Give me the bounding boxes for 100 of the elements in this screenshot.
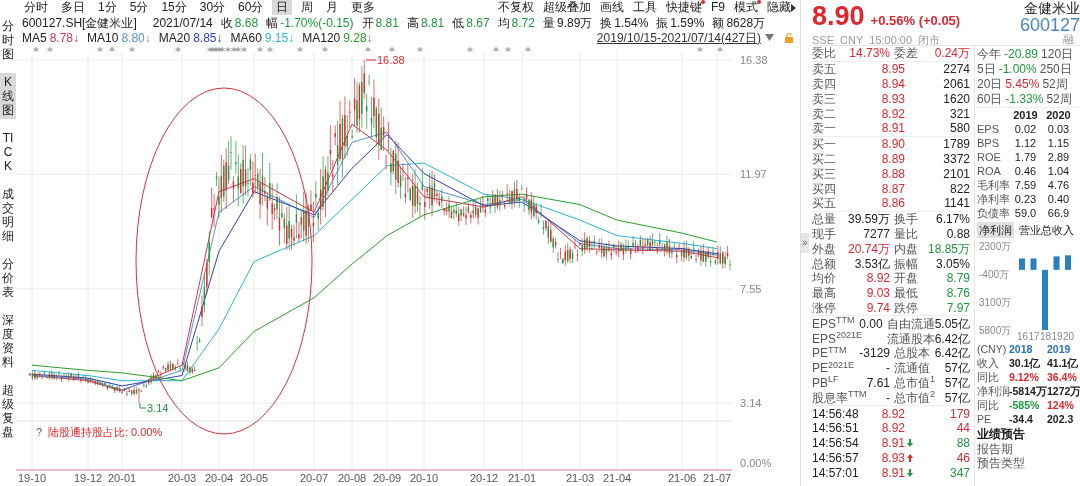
x-axis-label: 16 — [1017, 331, 1029, 342]
toolbar-button[interactable]: 不复权 — [498, 0, 534, 15]
side-tab[interactable]: 成交明细 — [0, 185, 16, 245]
period-tab[interactable]: 月 — [322, 0, 343, 15]
period-tab[interactable]: 5分 — [125, 0, 153, 15]
quote-value: 8.72 — [511, 14, 535, 32]
chart-tab[interactable]: 净利润 — [977, 222, 1014, 238]
stat-value: 0.00 — [859, 315, 883, 332]
period-return: -1.00% — [998, 60, 1037, 78]
side-tab[interactable]: 分时图 — [0, 17, 16, 63]
quote-value: 9.89万 — [556, 14, 593, 32]
table-cell-text: 2.89 — [1046, 150, 1071, 164]
column-header: 2018 — [1009, 342, 1034, 356]
stat-label: 内盘 — [894, 240, 918, 258]
quote-label: 均 — [497, 14, 510, 32]
row-label: BPS — [977, 136, 1000, 150]
period-tab[interactable]: 日 — [272, 0, 293, 15]
stat-value: 3.05% — [935, 255, 970, 273]
period-label: 52周 — [1042, 75, 1068, 93]
order-level-label: 卖四 — [812, 76, 837, 93]
period-tab[interactable]: 60分 — [234, 0, 268, 15]
order-volume: 321 — [948, 105, 970, 123]
stat-label: 跌停 — [894, 299, 918, 317]
table-cell-text: 1.79 — [1013, 150, 1038, 164]
order-price: 8.89 — [880, 151, 905, 168]
period-tab[interactable]: 更多 — [347, 0, 380, 15]
trade-time: 14:56:48 — [812, 405, 860, 423]
price-axis-label: 16.38 — [740, 54, 768, 66]
quote-value: 8.68 — [234, 14, 259, 32]
side-tab[interactable]: TICK — [0, 129, 16, 175]
toolbar-button[interactable]: 工具 — [633, 0, 657, 15]
forecast-row-text: 报告期 — [977, 442, 1014, 456]
table-cell: 124% — [1047, 398, 1074, 412]
stat-label: EPS$^{TTM}$ — [812, 314, 855, 332]
row-label: ROE — [977, 150, 1002, 164]
bar — [1019, 258, 1025, 270]
toolbar-button[interactable]: 隐藏 — [767, 0, 796, 15]
toolbar-button[interactable]: 快捷键 — [666, 0, 702, 15]
side-tab[interactable]: 深度资料 — [0, 311, 16, 371]
toolbar-button[interactable]: 超级叠加 — [543, 0, 591, 15]
date-axis-label: 21-01 — [508, 472, 537, 484]
order-price: 8.90 — [880, 136, 905, 154]
period-tab[interactable]: 多日 — [57, 0, 89, 15]
row-label: 净利率 — [977, 192, 1009, 206]
order-level-label: 卖二 — [812, 105, 837, 122]
date-axis-label: 20-01 — [108, 472, 137, 484]
stat-label: 流通股本 — [886, 330, 935, 347]
low-price-label: 3.14 — [147, 402, 169, 414]
stat-label: PB$^{LF}$ — [812, 373, 839, 391]
order-volume: 1141 — [943, 195, 970, 213]
stat-value: 20.74万 — [847, 240, 890, 258]
order-price: 8.95 — [880, 61, 905, 79]
column-header: 2020 — [1045, 108, 1072, 122]
period-return: -20.89 — [1004, 46, 1039, 63]
table-cell: -585% — [1009, 398, 1040, 412]
x-axis-label: 19 — [1051, 331, 1063, 342]
period-tab[interactable]: 30分 — [195, 0, 230, 15]
period-tab[interactable]: 15分 — [157, 0, 191, 15]
toolbar-button[interactable]: F9 — [711, 0, 725, 15]
period-tab[interactable]: 分时 — [20, 0, 52, 15]
column-header: 2019 — [1012, 108, 1039, 122]
bar — [1030, 258, 1037, 270]
stock-symbol: 600127.SH[金健米业] — [22, 14, 137, 32]
stat-value: 57亿 — [944, 389, 970, 407]
order-level-label: 卖五 — [812, 61, 837, 78]
row-label: 收入 — [977, 356, 1000, 370]
table-cell: -5814万 — [1009, 384, 1047, 398]
table-cell-text: 0.03 — [1046, 122, 1071, 136]
quote-label: 量 — [542, 14, 555, 32]
x-axis-label: 20 — [1063, 331, 1075, 342]
trade-volume: 347 — [948, 464, 970, 482]
quote-date: 2021/07/14 — [152, 14, 213, 32]
order-level-label: 买三 — [812, 165, 837, 183]
stat-label: 最高 — [812, 285, 836, 302]
stat-label: 开盘 — [894, 270, 918, 287]
order-level-label: 卖一 — [812, 120, 837, 138]
ratio-axis-label: 0.00% — [740, 457, 772, 469]
stat-label: 换手 — [894, 211, 918, 228]
period-tab[interactable]: 1分 — [94, 0, 121, 15]
lock-icon — [784, 32, 794, 43]
period-tab[interactable]: 周 — [297, 0, 318, 15]
collapse-handle[interactable]: » — [801, 233, 809, 253]
quote-value: -1.70%(-0.15) — [280, 14, 354, 32]
holding-ratio-label: 陆股通持股占比: 0.00% — [48, 426, 163, 438]
stat-value: - — [886, 389, 890, 407]
stat-label: 总市值$^{1}$ — [894, 374, 935, 391]
table-cell: 30.1亿 — [1009, 356, 1041, 370]
table-cell: -34.4 — [1009, 412, 1033, 426]
order-level-label: 卖三 — [812, 90, 837, 108]
side-tab[interactable]: 分价表 — [0, 255, 16, 301]
y-axis-label: 5800万 — [979, 325, 1012, 336]
chart-tab[interactable]: 营业总收入 — [1017, 222, 1076, 238]
stat-value: 6.42亿 — [934, 345, 970, 362]
stat-label: 委差 — [894, 45, 918, 63]
side-tab[interactable]: K线图 — [0, 73, 16, 119]
toolbar-button[interactable]: 模式 — [734, 0, 758, 15]
toolbar-button[interactable]: 画线 — [600, 0, 624, 15]
ma-value: 9.15↓ — [264, 30, 295, 47]
side-tab[interactable]: 超级复盘 — [0, 381, 16, 441]
row-label: 负债率 — [977, 206, 1009, 220]
